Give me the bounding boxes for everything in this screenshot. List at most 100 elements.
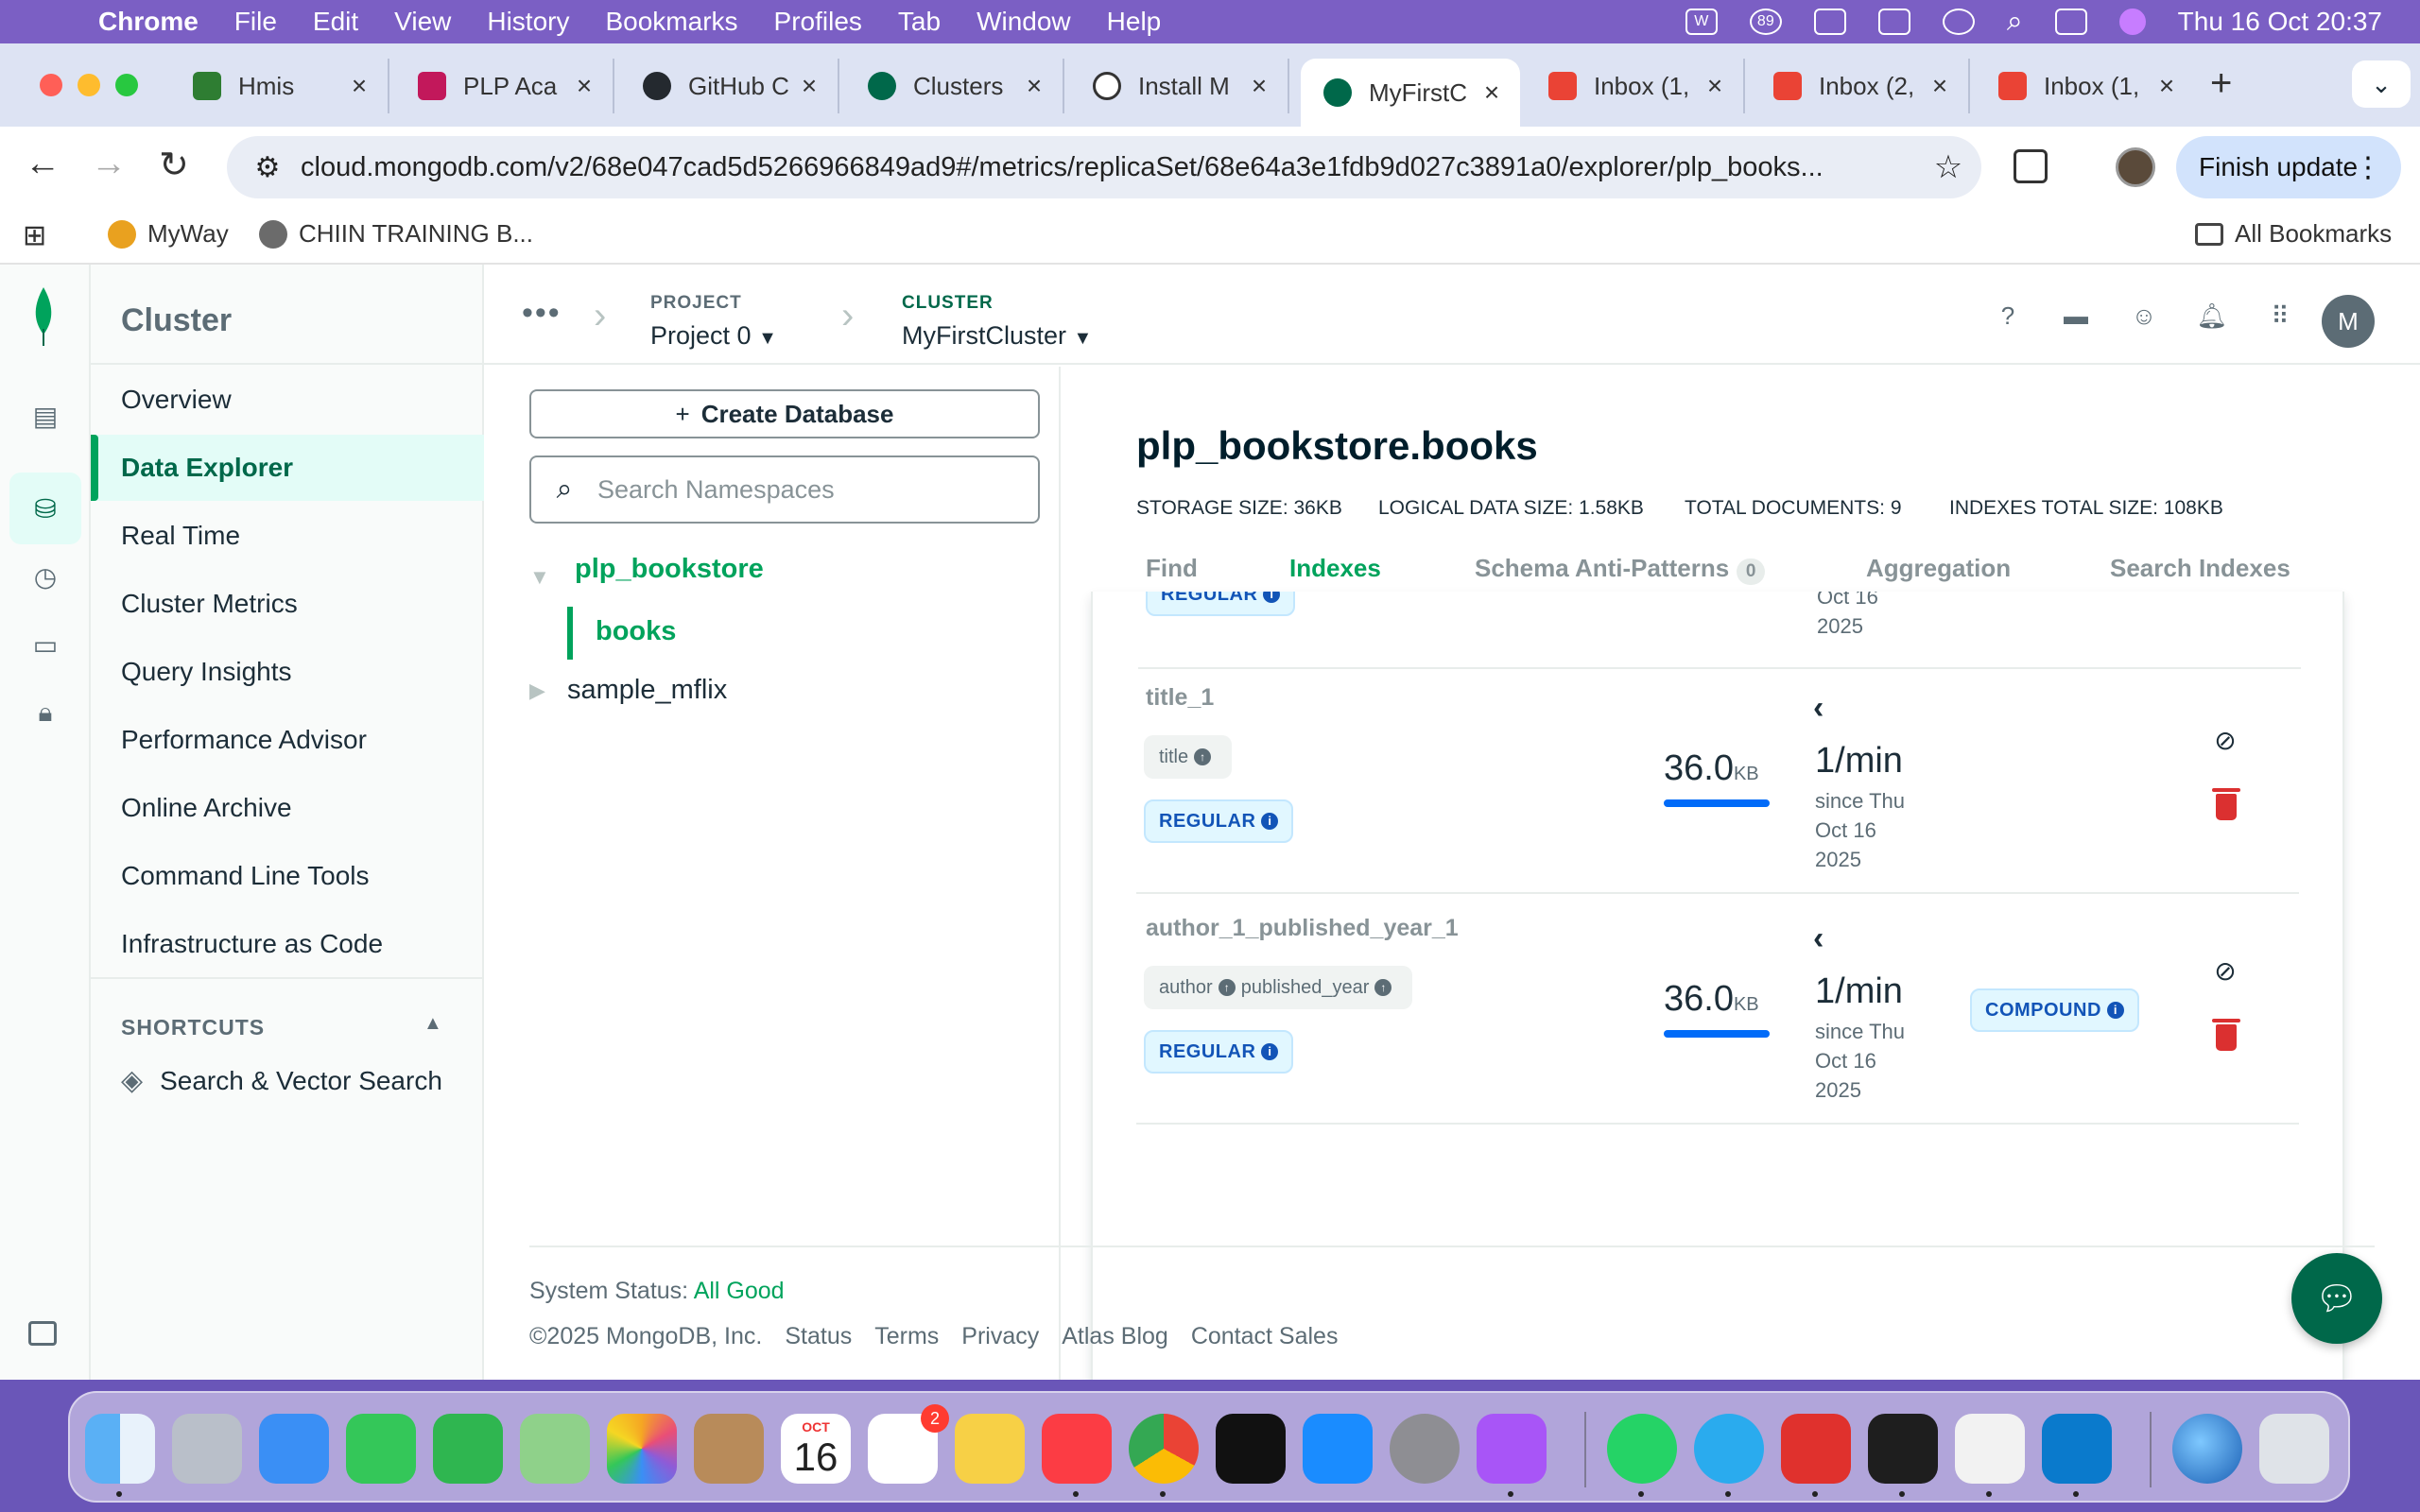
contacts-icon[interactable]	[694, 1414, 764, 1484]
nav-infrastructure-as-code[interactable]: Infrastructure as Code	[91, 911, 484, 977]
menu-app-name[interactable]: Chrome	[98, 7, 199, 37]
extensions-icon[interactable]	[2014, 149, 2048, 183]
tab-indexes[interactable]: Indexes	[1289, 554, 1381, 583]
browser-tab-active[interactable]: MyFirstC ×	[1301, 59, 1520, 127]
close-tab-icon[interactable]: ×	[1021, 71, 1047, 101]
caret-collapsed-icon[interactable]: ▶	[529, 679, 545, 703]
forward-arrow-icon[interactable]: →	[91, 144, 127, 184]
apps-grid-icon[interactable]: ⠿	[2265, 301, 2295, 331]
footer-link-atlas-blog[interactable]: Atlas Blog	[1062, 1323, 1168, 1350]
database-icon[interactable]: ⛁	[28, 491, 62, 525]
cluster-selector[interactable]: MyFirstCluster ▼	[902, 321, 1092, 351]
screen-mirror-icon[interactable]	[1942, 9, 1975, 35]
nav-performance-advisor[interactable]: Performance Advisor	[91, 707, 484, 773]
terminal-icon[interactable]	[1868, 1414, 1938, 1484]
menu-window[interactable]: Window	[977, 7, 1071, 37]
menu-edit[interactable]: Edit	[313, 7, 358, 37]
launchpad-icon[interactable]	[172, 1414, 242, 1484]
new-tab-icon[interactable]: +	[2210, 62, 2232, 105]
finish-update-button[interactable]: Finish update ⋮	[2176, 136, 2401, 198]
site-info-icon[interactable]: ⚙	[234, 151, 301, 184]
info-icon[interactable]: i	[1261, 813, 1279, 830]
vscode-icon[interactable]	[2042, 1414, 2112, 1484]
all-bookmarks[interactable]: All Bookmarks	[2195, 219, 2392, 249]
mongodb-leaf-logo-icon[interactable]	[28, 287, 59, 346]
minimize-window-button[interactable]	[78, 74, 100, 96]
chrome-menu-icon[interactable]: ⋮	[2354, 151, 2382, 184]
feedback-assistant-icon[interactable]	[1477, 1414, 1547, 1484]
collapse-sidebar-icon[interactable]	[28, 1321, 57, 1346]
tab-schema-anti-patterns[interactable]: Schema Anti-Patterns 0	[1475, 554, 1766, 585]
close-window-button[interactable]	[40, 74, 62, 96]
apple-tv-icon[interactable]	[1216, 1414, 1286, 1484]
user-avatar[interactable]: M	[2322, 295, 2375, 348]
clock-icon[interactable]: ◷	[28, 559, 62, 593]
menu-clock[interactable]: Thu 16 Oct 20:37	[2178, 7, 2382, 37]
database-item[interactable]: plp_bookstore	[575, 554, 764, 585]
battery-icon[interactable]	[1877, 9, 1910, 35]
messages-icon[interactable]	[346, 1414, 416, 1484]
finder-icon[interactable]	[85, 1414, 155, 1484]
siri-icon[interactable]	[2118, 9, 2146, 35]
browser-tab[interactable]: GitHub C ×	[620, 59, 839, 113]
nav-query-insights[interactable]: Query Insights	[91, 639, 484, 705]
notifications-bell-icon[interactable]: 🔔︎	[2197, 301, 2228, 331]
browser-tab[interactable]: Hmis ×	[170, 59, 389, 113]
bookmark-myway[interactable]: MyWay	[108, 219, 229, 249]
nav-data-explorer[interactable]: Data Explorer	[91, 435, 484, 501]
address-bar[interactable]: ⚙ cloud.mongodb.com/v2/68e047cad5d526696…	[227, 136, 1981, 198]
browser-tab[interactable]: PLP Aca ×	[395, 59, 614, 113]
app-store-icon[interactable]	[1303, 1414, 1373, 1484]
tab-aggregation[interactable]: Aggregation	[1866, 554, 2011, 583]
trash-icon[interactable]	[2259, 1414, 2329, 1484]
back-arrow-icon[interactable]: ←	[25, 144, 60, 184]
bookmark-chiin-training[interactable]: CHIIN TRAINING B...	[259, 219, 533, 249]
wps-office-icon[interactable]	[1781, 1414, 1851, 1484]
database-item[interactable]: sample_mflix	[567, 675, 727, 706]
profile-avatar[interactable]	[2116, 147, 2155, 187]
textedit-icon[interactable]	[1955, 1414, 2025, 1484]
spotlight-search-icon[interactable]: ⌕	[2007, 6, 2023, 38]
bookmark-star-icon[interactable]: ☆	[1915, 148, 1981, 186]
create-database-button[interactable]: + Create Database	[529, 389, 1040, 438]
info-icon[interactable]: i	[1263, 592, 1281, 603]
facetime-icon[interactable]	[433, 1414, 503, 1484]
wps-status-icon[interactable]: W	[1685, 9, 1718, 35]
apps-grid-icon[interactable]: ⊞	[23, 219, 46, 252]
url-text[interactable]: cloud.mongodb.com/v2/68e047cad5d52669668…	[301, 152, 1915, 183]
browser-tab[interactable]: Install M ×	[1070, 59, 1289, 113]
browser-tab[interactable]: Inbox (1, ×	[1526, 59, 1745, 113]
nav-overview[interactable]: Overview	[91, 367, 484, 433]
more-options-icon[interactable]: •••	[522, 295, 562, 332]
mail-icon[interactable]	[259, 1414, 329, 1484]
nav-command-line-tools[interactable]: Command Line Tools	[91, 843, 484, 909]
browser-tab[interactable]: Clusters ×	[845, 59, 1064, 113]
telegram-icon[interactable]	[1694, 1414, 1764, 1484]
nav-cluster-metrics[interactable]: Cluster Metrics	[91, 571, 484, 637]
namespace-search-field[interactable]: ⌕ Search Namespaces	[529, 455, 1040, 524]
maps-icon[interactable]	[520, 1414, 590, 1484]
nav-online-archive[interactable]: Online Archive	[91, 775, 484, 841]
menu-bookmarks[interactable]: Bookmarks	[605, 7, 737, 37]
keyboard-icon[interactable]	[1813, 9, 1846, 35]
menu-view[interactable]: View	[394, 7, 451, 37]
tab-find[interactable]: Find	[1146, 554, 1198, 583]
footer-link-privacy[interactable]: Privacy	[961, 1323, 1039, 1350]
info-icon[interactable]: i	[1261, 1043, 1279, 1060]
notes-icon[interactable]	[955, 1414, 1025, 1484]
close-tab-icon[interactable]: ×	[1702, 71, 1728, 101]
close-tab-icon[interactable]: ×	[796, 71, 822, 101]
reload-icon[interactable]: ↻	[159, 144, 189, 186]
system-settings-icon[interactable]	[1390, 1414, 1460, 1484]
control-center-icon[interactable]	[2054, 9, 2087, 35]
menu-help[interactable]: Help	[1107, 7, 1162, 37]
chevron-left-icon[interactable]: ‹	[1813, 920, 1824, 957]
chat-support-button[interactable]: 💬︎	[2291, 1253, 2382, 1344]
browser-tab[interactable]: Inbox (2, ×	[1751, 59, 1970, 113]
project-selector[interactable]: Project 0 ▼	[650, 321, 777, 351]
collection-item[interactable]: books	[596, 616, 676, 647]
shortcuts-heading[interactable]: SHORTCUTS	[121, 1015, 265, 1040]
footer-link-contact-sales[interactable]: Contact Sales	[1191, 1323, 1339, 1350]
globe-icon[interactable]	[2172, 1414, 2242, 1484]
browser-tab[interactable]: Inbox (1, ×	[1976, 59, 2195, 113]
